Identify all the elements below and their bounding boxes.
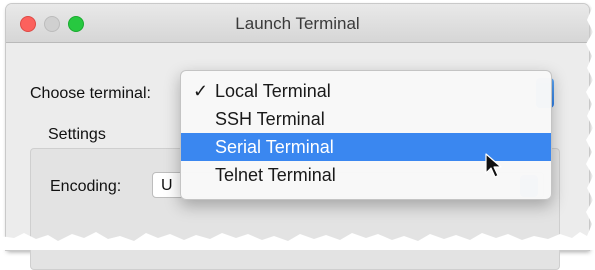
checkmark-icon: ✓ [193,81,209,101]
menu-item-label: SSH Terminal [215,109,325,129]
title-bar: Launch Terminal [6,4,589,43]
menu-item-label: Local Terminal [215,81,331,101]
encoding-label: Encoding: [50,178,122,195]
settings-label: Settings [48,126,106,143]
menu-item-label: Telnet Terminal [215,165,336,185]
window-title: Launch Terminal [235,14,360,33]
pointer-cursor-icon [485,153,502,178]
menu-item-ssh-terminal[interactable]: SSH Terminal [181,105,551,133]
menu-item-label: Serial Terminal [215,137,334,157]
choose-terminal-label: Choose terminal: [30,85,151,102]
menu-item-local-terminal[interactable]: ✓ Local Terminal [181,77,551,105]
terminal-dropdown-menu: ✓ Local Terminal SSH Terminal Serial Ter… [180,70,552,200]
